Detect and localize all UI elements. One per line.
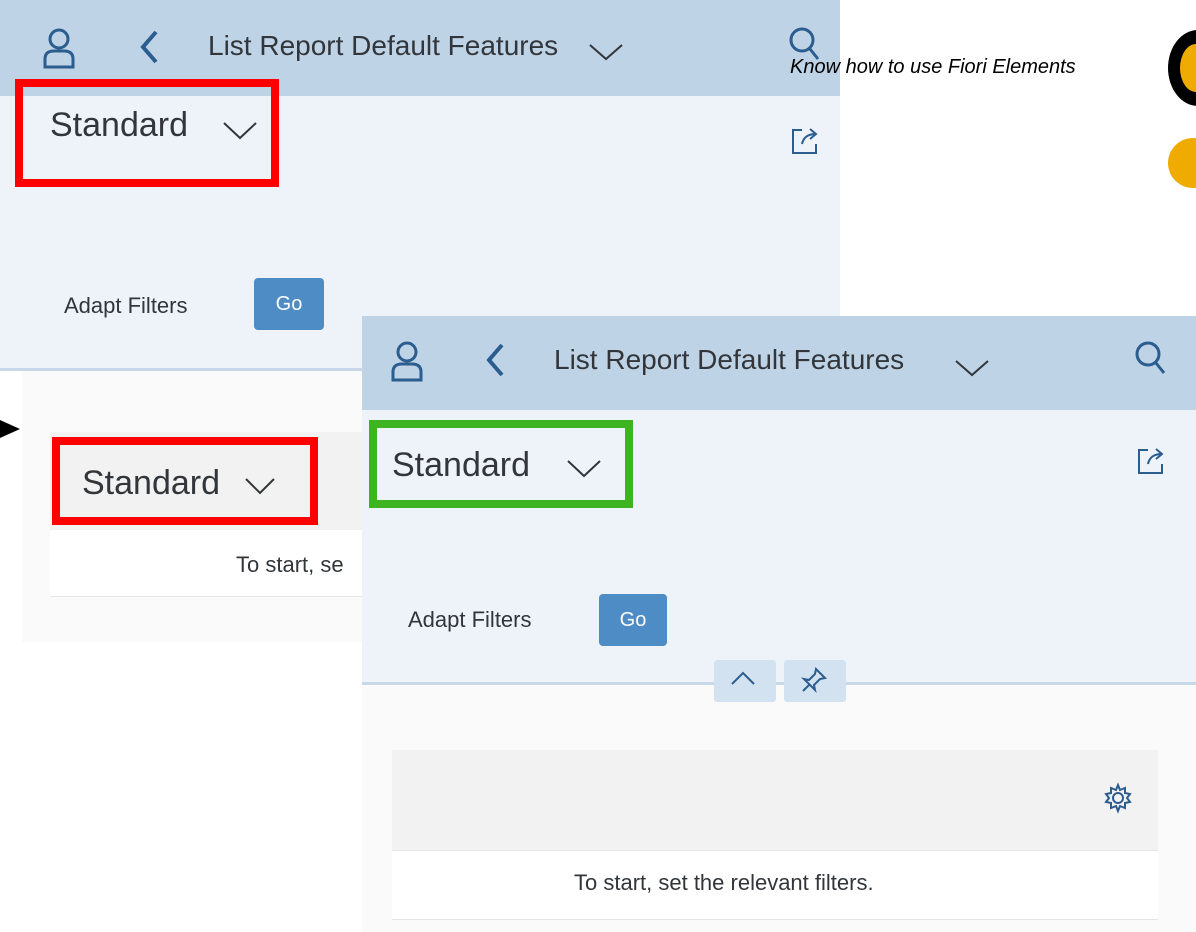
adapt-filters-button[interactable]: Adapt Filters (64, 293, 188, 319)
go-button[interactable]: Go (599, 594, 667, 646)
adapt-filters-button[interactable]: Adapt Filters (408, 607, 532, 633)
back-icon[interactable] (138, 29, 160, 65)
empty-message: To start, set the relevant filters. (574, 870, 874, 895)
app-title[interactable]: List Report Default Features (554, 344, 904, 376)
search-icon[interactable] (1134, 340, 1166, 376)
header-divider (362, 682, 1196, 685)
pin-icon (800, 666, 828, 694)
app-title[interactable]: List Report Default Features (208, 30, 558, 62)
highlight-variant-green (369, 420, 633, 508)
highlight-variant (15, 79, 279, 187)
arrow-icon (0, 418, 22, 440)
user-icon[interactable] (390, 340, 424, 382)
share-icon[interactable] (1136, 446, 1166, 476)
empty-message: To start, se (236, 552, 344, 577)
collapse-icon (730, 670, 756, 686)
go-button[interactable]: Go (254, 278, 324, 330)
chevron-down-icon[interactable] (588, 42, 624, 62)
chevron-down-icon[interactable] (954, 358, 990, 378)
share-icon[interactable] (790, 126, 820, 156)
header-note: Know how to use Fiori Elements (790, 56, 1076, 78)
back-icon[interactable] (484, 342, 506, 378)
table-toolbar (392, 750, 1158, 850)
user-icon[interactable] (42, 27, 76, 69)
highlight-table-variant (52, 437, 318, 525)
settings-icon[interactable] (1102, 782, 1134, 814)
accent-dot (1168, 138, 1196, 188)
